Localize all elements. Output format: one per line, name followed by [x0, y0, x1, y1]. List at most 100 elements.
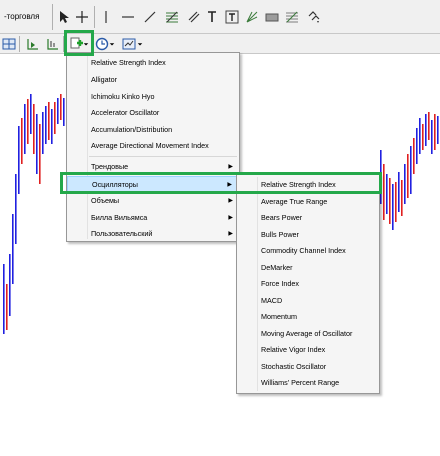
bear-candle: [21, 118, 23, 164]
bear-candle: [39, 124, 41, 184]
channel-icon[interactable]: [186, 9, 202, 25]
indicators-dropdown-icon[interactable]: [82, 36, 90, 52]
menu-item-ichimoku-kinko-hyo[interactable]: Ichimoku Kinko Hyo: [67, 89, 239, 105]
menu-item-alligator[interactable]: Alligator: [67, 72, 239, 88]
bear-candle: [33, 104, 35, 154]
fibonacci-icon[interactable]: [164, 9, 180, 25]
bull-candle: [42, 112, 44, 154]
indicators-menu: Relative Strength Index Alligator Ichimo…: [66, 52, 240, 242]
more-shapes-icon[interactable]: [306, 9, 322, 25]
bull-candle: [45, 106, 47, 144]
cursor-icon[interactable]: [56, 9, 72, 25]
toolbar-separator: [52, 4, 53, 30]
submenu-item-williams-percent-range[interactable]: Williams' Percent Range: [237, 375, 379, 391]
submenu-item-momentum[interactable]: Momentum: [237, 309, 379, 325]
bull-candle: [30, 94, 32, 134]
toolbar-separator: [94, 6, 95, 28]
periods-dropdown-icon[interactable]: [108, 36, 116, 52]
templates-dropdown-icon[interactable]: [136, 36, 144, 52]
menu-item-custom[interactable]: Пользовательский ▶: [67, 226, 239, 242]
text-icon[interactable]: [204, 9, 220, 25]
submenu-item-moving-average-of-oscillator[interactable]: Moving Average of Oscillator: [237, 326, 379, 342]
bull-candle: [425, 114, 427, 146]
submenu-arrow-icon: ▶: [228, 164, 233, 170]
templates-icon[interactable]: [121, 36, 137, 52]
submenu-item-relative-vigor-index[interactable]: Relative Vigor Index: [237, 342, 379, 358]
bull-candle: [24, 104, 26, 154]
bull-candle: [51, 109, 53, 144]
submenu-item-force-index[interactable]: Force Index: [237, 276, 379, 292]
oscillators-submenu: Relative Strength Index Average True Ran…: [236, 174, 380, 394]
bull-candle: [386, 174, 388, 214]
bear-candle: [6, 284, 8, 330]
text-label-icon[interactable]: [224, 9, 240, 25]
autoscroll-icon[interactable]: [44, 36, 60, 52]
bull-candle: [431, 120, 433, 154]
bull-candle: [419, 118, 421, 154]
crosshair-icon[interactable]: [74, 9, 90, 25]
menu-separator: [89, 156, 237, 157]
bull-candle: [437, 116, 439, 144]
chart-toolbar: [0, 34, 440, 54]
menu-item-bill-williams[interactable]: Билла Вильямса ▶: [67, 210, 239, 226]
toolbar-title: -торговля: [4, 12, 40, 21]
toolbar-separator: [63, 36, 64, 52]
bull-candle: [416, 128, 418, 164]
submenu-item-demarker[interactable]: DeMarker: [237, 260, 379, 276]
bear-candle: [60, 94, 62, 120]
submenu-item-macd[interactable]: MACD: [237, 293, 379, 309]
chart-shift-icon[interactable]: [24, 36, 40, 52]
menu-item-average-directional-movement-index[interactable]: Average Directional Movement Index: [67, 138, 239, 154]
submenu-item-average-true-range[interactable]: Average True Range: [237, 194, 379, 210]
bull-candle: [3, 264, 5, 334]
bull-candle: [392, 184, 394, 230]
submenu-item-stochastic-oscillator[interactable]: Stochastic Oscillator: [237, 359, 379, 375]
bear-candle: [434, 114, 436, 150]
bear-candle: [413, 138, 415, 174]
menu-item-volumes[interactable]: Объемы ▶: [67, 193, 239, 209]
submenu-item-commodity-channel-index[interactable]: Commodity Channel Index: [237, 243, 379, 259]
bear-candle: [389, 178, 391, 224]
bull-candle: [398, 172, 400, 212]
bull-candle: [36, 114, 38, 174]
menu-item-accelerator-oscillator[interactable]: Accelerator Oscillator: [67, 105, 239, 121]
bear-candle: [422, 124, 424, 150]
menu-item-oscillators[interactable]: Осцилляторы ▶: [67, 176, 239, 192]
submenu-arrow-icon: ▶: [228, 198, 233, 204]
trendline-icon[interactable]: [142, 9, 158, 25]
bear-candle: [27, 99, 29, 144]
menu-item-relative-strength-index[interactable]: Relative Strength Index: [67, 55, 239, 71]
bear-candle: [407, 154, 409, 198]
rectangle-icon[interactable]: [264, 9, 280, 25]
submenu-arrow-icon: ▶: [228, 215, 233, 221]
submenu-item-relative-strength-index[interactable]: Relative Strength Index: [237, 177, 379, 193]
menu-item-trend[interactable]: Трендовые ▶: [67, 159, 239, 175]
bull-candle: [63, 98, 65, 126]
bull-candle: [410, 146, 412, 194]
bull-candle: [380, 150, 382, 204]
horizontal-line-icon[interactable]: [120, 9, 136, 25]
submenu-item-bulls-power[interactable]: Bulls Power: [237, 227, 379, 243]
vertical-line-icon[interactable]: [98, 9, 114, 25]
bull-candle: [57, 98, 59, 124]
chart-grid-icon[interactable]: [1, 36, 17, 52]
menu-item-accumulation-distribution[interactable]: Accumulation/Distribution: [67, 122, 239, 138]
bear-candle: [383, 164, 385, 220]
bull-candle: [9, 254, 11, 316]
submenu-arrow-icon: ▶: [228, 231, 233, 237]
toolbar-separator: [19, 36, 20, 52]
bear-candle: [54, 102, 56, 134]
bear-candle: [428, 112, 430, 140]
bull-candle: [12, 214, 14, 284]
bear-candle: [401, 180, 403, 216]
bull-candle: [15, 174, 17, 244]
pitchfork-icon[interactable]: [284, 9, 300, 25]
submenu-item-bears-power[interactable]: Bears Power: [237, 210, 379, 226]
submenu-arrow-icon: ▶: [227, 182, 232, 188]
bull-candle: [404, 164, 406, 204]
bull-candle: [18, 126, 20, 194]
gann-icon[interactable]: [244, 9, 260, 25]
bear-candle: [395, 182, 397, 222]
drawing-toolbar: -торговля: [0, 0, 440, 34]
bear-candle: [48, 102, 50, 140]
